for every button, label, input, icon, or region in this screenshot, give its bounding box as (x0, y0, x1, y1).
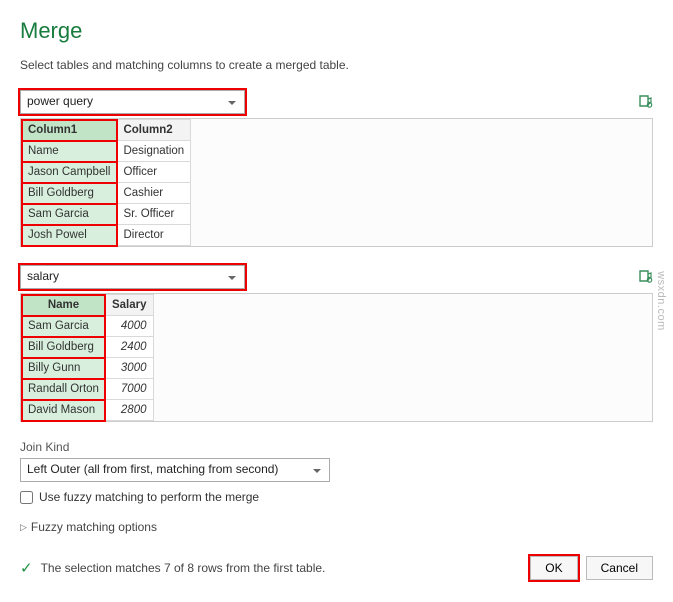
table2-preview: Name Salary Sam Garcia4000 Bill Goldberg… (21, 294, 154, 421)
table-row: Josh PowelDirector (22, 225, 191, 246)
table2-header-col1[interactable]: Name (22, 295, 106, 316)
table1-preview-container: Column1 Column2 NameDesignation Jason Ca… (20, 118, 653, 247)
table2-preview-container: Name Salary Sam Garcia4000 Bill Goldberg… (20, 293, 653, 422)
table-row: Randall Orton7000 (22, 379, 154, 400)
table-row: David Mason2800 (22, 400, 154, 421)
ok-button[interactable]: OK (530, 556, 577, 580)
fuzzy-checkbox[interactable] (20, 491, 33, 504)
page-title: Merge (20, 18, 653, 44)
status-text: The selection matches 7 of 8 rows from t… (41, 561, 326, 575)
fuzzy-label: Use fuzzy matching to perform the merge (39, 490, 259, 504)
refresh-icon[interactable] (637, 93, 653, 112)
table2-dropdown[interactable]: salary (20, 265, 245, 289)
table1-header-col1[interactable]: Column1 (22, 120, 117, 141)
join-kind-dropdown[interactable]: Left Outer (all from first, matching fro… (20, 458, 330, 482)
table-row: Billy Gunn3000 (22, 358, 154, 379)
table2-header-col2[interactable]: Salary (105, 295, 153, 316)
checkmark-icon: ✓ (20, 559, 33, 577)
cancel-button[interactable]: Cancel (586, 556, 653, 580)
watermark: wsxdn.com (655, 271, 667, 331)
table1-dropdown[interactable]: power query (20, 90, 245, 114)
refresh-icon[interactable] (637, 268, 653, 287)
table1-header-col2[interactable]: Column2 (117, 120, 191, 141)
table-row: Sam Garcia4000 (22, 316, 154, 337)
join-kind-label: Join Kind (20, 440, 653, 454)
fuzzy-options-expander[interactable]: Fuzzy matching options (20, 520, 653, 534)
page-subtitle: Select tables and matching columns to cr… (20, 58, 653, 72)
table-row: Bill GoldbergCashier (22, 183, 191, 204)
table1-preview: Column1 Column2 NameDesignation Jason Ca… (21, 119, 191, 246)
table-row: NameDesignation (22, 141, 191, 162)
table-row: Sam GarciaSr. Officer (22, 204, 191, 225)
table-row: Bill Goldberg2400 (22, 337, 154, 358)
table-row: Jason CampbellOfficer (22, 162, 191, 183)
